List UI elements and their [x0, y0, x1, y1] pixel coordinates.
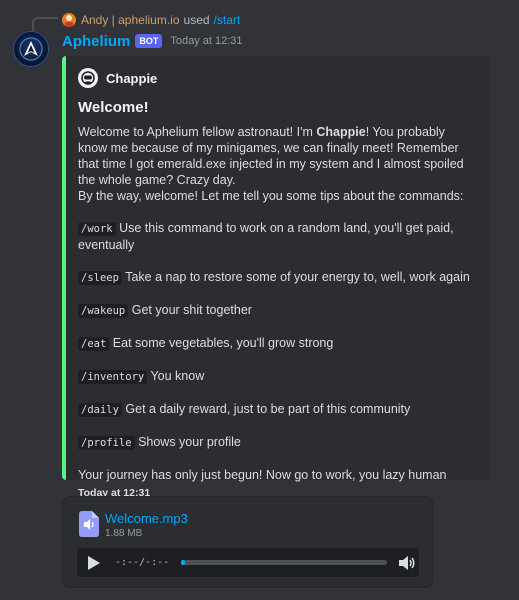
volume-button[interactable]: [397, 548, 417, 577]
intro-paragraph: Welcome to Aphelium fellow astronaut! I'…: [78, 124, 476, 188]
message-timestamp[interactable]: Today at 12:31: [170, 35, 242, 47]
command-row-sleep: /sleep Take a nap to restore some of you…: [78, 269, 476, 286]
intro-text-1: Welcome to Aphelium fellow astronaut! I'…: [78, 125, 317, 139]
play-icon: [88, 555, 100, 570]
command-code: /daily: [78, 403, 122, 417]
command-row-inventory: /inventory You know: [78, 368, 476, 385]
command-desc: Get your shit together: [131, 303, 252, 317]
command-desc: Shows your profile: [138, 435, 241, 449]
command-row-profile: /profile Shows your profile: [78, 434, 476, 451]
command-desc: Get a daily reward, just to be part of t…: [125, 402, 411, 416]
command-code: /profile: [78, 436, 135, 450]
welcome-embed: Chappie Welcome! Welcome to Aphelium fel…: [62, 56, 490, 499]
reply-connector-line: [32, 17, 58, 31]
command-code: /inventory: [78, 370, 148, 384]
embed-author: Chappie: [78, 66, 476, 90]
command-row-daily: /daily Get a daily reward, just to be pa…: [78, 401, 476, 418]
embed-description: Welcome to Aphelium fellow astronaut! I'…: [78, 124, 476, 483]
aphelium-logo-icon: [19, 37, 43, 61]
closing-text: Your journey has only just begun! Now go…: [78, 468, 447, 482]
command-desc: You know: [150, 369, 205, 383]
audio-time: -:--/-:--: [115, 557, 170, 568]
bot-avatar[interactable]: [13, 31, 49, 67]
embed-author-name: Chappie: [106, 70, 158, 86]
command-row-work: /work Use this command to work on a rand…: [78, 220, 476, 253]
command-code: /work: [78, 222, 116, 236]
intro-bold-name: Chappie: [316, 125, 366, 139]
audio-progress-fill: [181, 560, 186, 565]
command-reply-header[interactable]: Andy | aphelium.io used /start: [62, 11, 240, 29]
command-code: /wakeup: [78, 304, 129, 318]
audio-progress-track[interactable]: [181, 560, 387, 565]
intro-line-2: By the way, welcome! Let me tell you som…: [78, 189, 464, 203]
command-row-wakeup: /wakeup Get your shit together: [78, 302, 476, 319]
volume-icon: [399, 555, 415, 570]
command-desc: Use this command to work on a random lan…: [78, 221, 454, 252]
audio-attachment: Welcome.mp3 1.88 MB -:--/-:--: [62, 496, 433, 588]
command-desc: Eat some vegetables, you'll grow strong: [112, 336, 334, 350]
audio-file-link[interactable]: Welcome.mp3: [105, 511, 188, 526]
message-header: Aphelium BOT Today at 12:31: [62, 32, 243, 50]
bot-tag-badge: BOT: [135, 34, 163, 48]
command-row-eat: /eat Eat some vegetables, you'll grow st…: [78, 335, 476, 352]
command-code: /sleep: [78, 271, 122, 285]
embed-title: Welcome!: [78, 99, 149, 116]
reply-username[interactable]: Andy | aphelium.io: [81, 13, 180, 27]
robot-icon: [78, 68, 98, 88]
reply-command[interactable]: /start: [214, 13, 241, 27]
audio-file-size: 1.88 MB: [105, 528, 143, 539]
command-desc: Take a nap to restore some of your energ…: [125, 270, 470, 284]
audio-player: -:--/-:--: [77, 548, 419, 577]
audio-file-icon: [79, 511, 99, 537]
reply-used-text: used: [183, 13, 210, 27]
play-button[interactable]: [81, 548, 107, 577]
user-avatar-small[interactable]: [62, 13, 76, 27]
bot-name[interactable]: Aphelium: [62, 33, 130, 50]
command-code: /eat: [78, 337, 110, 351]
